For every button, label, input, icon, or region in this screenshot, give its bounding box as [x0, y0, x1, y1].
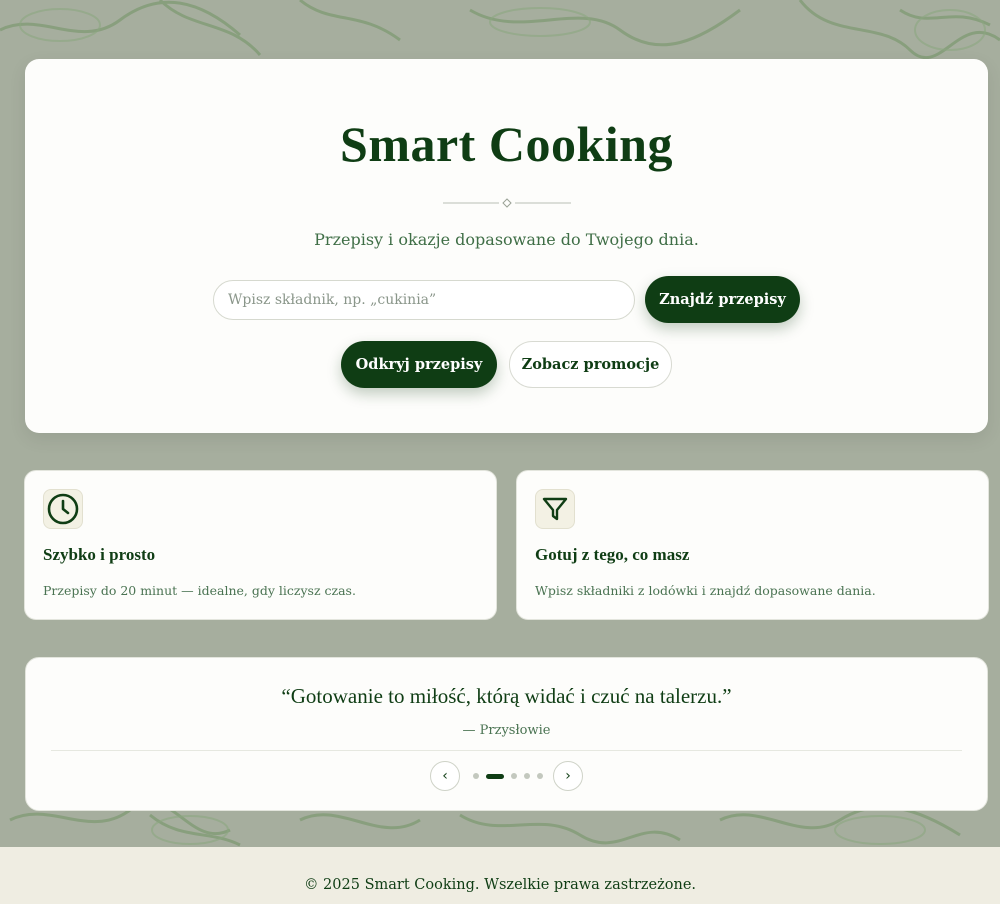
ornament-divider: [443, 198, 571, 208]
carousel-next-button[interactable]: ›: [553, 761, 583, 791]
hero-panel: Smart Cooking Przepisy i okazje dopasowa…: [25, 59, 988, 433]
carousel-dot-active[interactable]: [486, 773, 504, 779]
find-recipes-button[interactable]: Znajdź przepisy: [645, 276, 800, 323]
feature-description: Wpisz składniki z lodówki i znajdź dopas…: [535, 583, 876, 598]
page-footer: © 2025 Smart Cooking. Wszelkie prawa zas…: [0, 847, 1000, 904]
carousel-dot[interactable]: [473, 773, 479, 779]
discover-recipes-button[interactable]: Odkryj przepisy: [341, 341, 497, 388]
quote-divider: [51, 750, 962, 751]
feature-card-ingredients: Gotuj z tego, co masz Wpisz składniki z …: [516, 470, 989, 620]
carousel-dot[interactable]: [537, 773, 543, 779]
site-title: Smart Cooking: [340, 116, 673, 172]
filter-icon: [535, 489, 575, 529]
carousel-dot[interactable]: [511, 773, 517, 779]
carousel-dots: [473, 772, 543, 780]
feature-title: Szybko i prosto: [43, 545, 156, 564]
chevron-left-icon: ‹: [442, 768, 448, 784]
feature-card-quick: Szybko i prosto Przepisy do 20 minut — i…: [24, 470, 497, 620]
feature-title: Gotuj z tego, co masz: [535, 545, 690, 564]
quote-carousel: “Gotowanie to miłość, którą widać i czuć…: [25, 657, 988, 811]
chevron-right-icon: ›: [565, 768, 571, 784]
carousel-prev-button[interactable]: ‹: [430, 761, 460, 791]
tagline: Przepisy i okazje dopasowane do Twojego …: [314, 230, 699, 249]
quote-author: — Przysłowie: [462, 723, 551, 738]
ingredient-search-input[interactable]: [213, 280, 635, 320]
carousel-dot[interactable]: [524, 773, 530, 779]
see-promotions-button[interactable]: Zobacz promocje: [509, 341, 672, 388]
clock-icon: [43, 489, 83, 529]
copyright-text: © 2025 Smart Cooking. Wszelkie prawa zas…: [303, 877, 697, 893]
feature-description: Przepisy do 20 minut — idealne, gdy licz…: [43, 583, 356, 598]
quote-text: “Gotowanie to miłość, którą widać i czuć…: [281, 684, 732, 708]
